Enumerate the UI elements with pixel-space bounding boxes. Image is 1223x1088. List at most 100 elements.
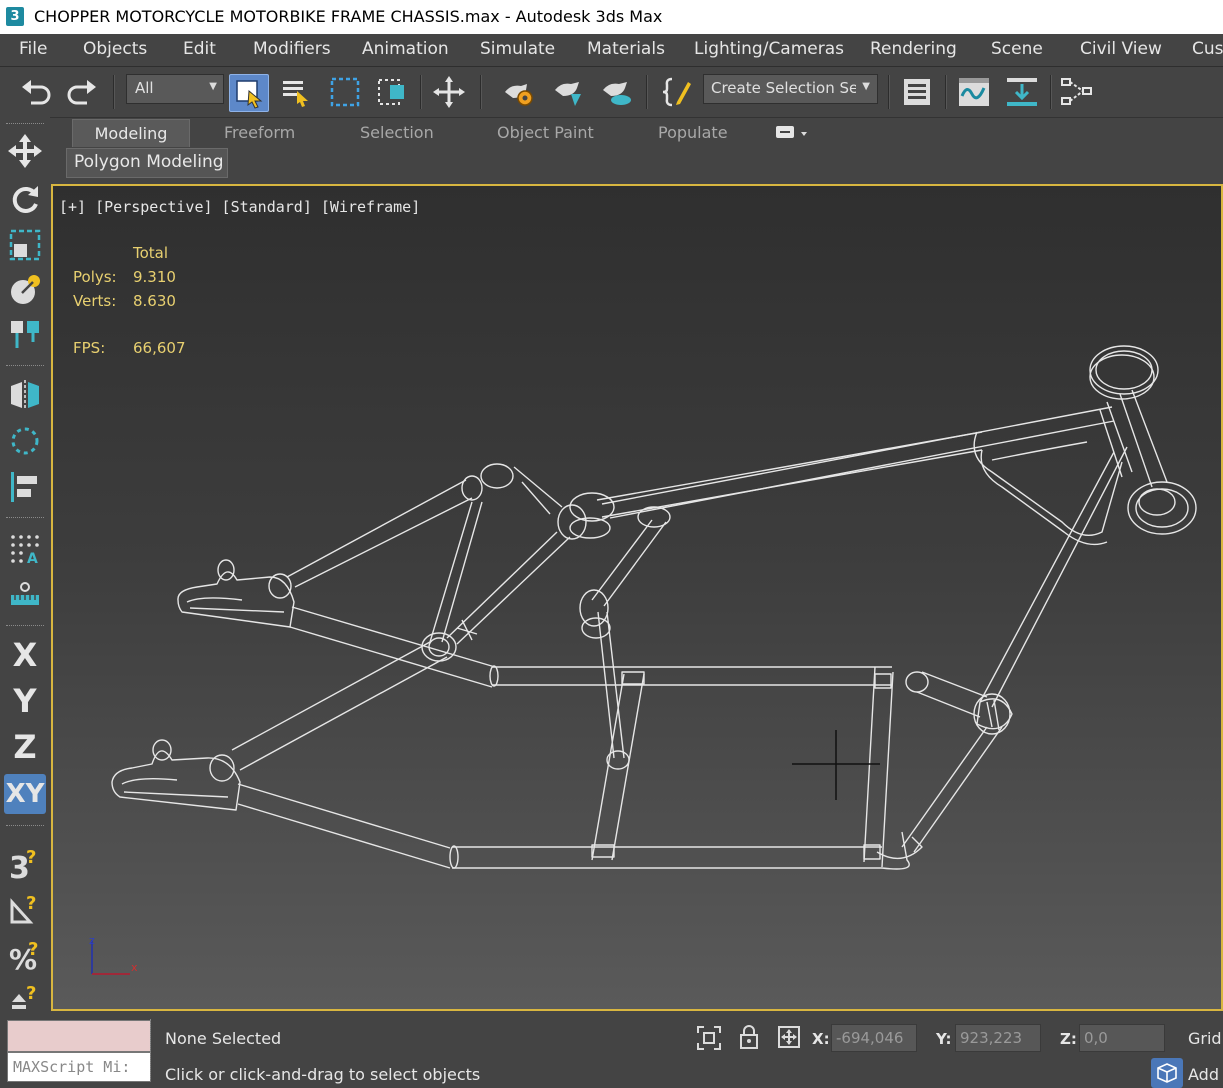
cube-icon: [1157, 1063, 1177, 1083]
selection-lock-button[interactable]: [738, 1024, 760, 1050]
link-icon: [11, 321, 39, 348]
layer-explorer-button[interactable]: [898, 74, 936, 110]
percent-snap-button[interactable]: % ?: [4, 935, 46, 975]
move-button[interactable]: [4, 131, 46, 171]
scale-icon: [9, 229, 41, 261]
tab-object-paint[interactable]: Object Paint: [497, 119, 594, 146]
ribbon-tabs: Modeling Freeform Selection Object Paint…: [62, 119, 1223, 147]
menu-materials[interactable]: Materials: [587, 39, 665, 59]
svg-text:A: A: [27, 551, 38, 566]
svg-text:?: ?: [28, 939, 38, 960]
track-view-icon: [1007, 78, 1037, 106]
tab-modeling[interactable]: Modeling: [72, 119, 190, 147]
select-by-name-button[interactable]: [277, 74, 315, 110]
select-and-link-button[interactable]: [4, 315, 46, 355]
axis-constraint-z[interactable]: Z: [4, 727, 46, 767]
axis-constraint-xy[interactable]: XY: [4, 774, 46, 814]
ribbon-panel-bar[interactable]: Polygon Modeling: [66, 148, 228, 178]
prompt-line: Click or click-and-drag to select object…: [165, 1065, 481, 1084]
array-button[interactable]: [4, 421, 46, 461]
maxscript-listener-output[interactable]: [7, 1020, 151, 1052]
redo-button[interactable]: [63, 74, 101, 110]
tab-selection[interactable]: Selection: [360, 119, 434, 146]
place-icon: [11, 275, 40, 304]
axis-y-label: Y: [13, 682, 37, 720]
align-button[interactable]: [4, 467, 46, 507]
axis-tripod-x-label: x: [131, 961, 138, 974]
axis-constraint-y[interactable]: Y: [4, 681, 46, 721]
add-time-tag-button[interactable]: [1151, 1058, 1183, 1088]
render-setup-button[interactable]: [500, 74, 538, 110]
place-button[interactable]: [4, 270, 46, 310]
menu-simulate[interactable]: Simulate: [480, 39, 555, 59]
render-production-button[interactable]: [598, 74, 636, 110]
rotate-button[interactable]: [4, 179, 46, 219]
spinner-snap-icon: ?: [12, 983, 36, 1009]
window-title: CHOPPER MOTORCYCLE MOTORBIKE FRAME CHASS…: [34, 7, 663, 26]
undo-icon: [22, 80, 51, 105]
polygon-modeling-panel[interactable]: Polygon Modeling: [74, 152, 224, 172]
isolate-selection-button[interactable]: [696, 1025, 722, 1051]
z-coord-field[interactable]: 0,0: [1079, 1024, 1165, 1052]
edit-named-selection-button[interactable]: [657, 74, 697, 110]
rectangular-selection-button[interactable]: [326, 74, 364, 110]
menu-modifiers[interactable]: Modifiers: [253, 39, 331, 59]
y-coord-value: 923,223: [960, 1029, 1023, 1047]
snaps-toggle-button[interactable]: A: [4, 529, 46, 569]
svg-text:?: ?: [26, 983, 36, 1004]
transform-mode-icon: [778, 1026, 800, 1048]
curve-editor-icon: [959, 78, 989, 106]
ribbon-options-button[interactable]: [774, 124, 812, 151]
layer-explorer-icon: [904, 79, 930, 105]
move-icon: [433, 76, 465, 108]
menu-civil-view[interactable]: Civil View: [1080, 39, 1162, 59]
angle-snap-button[interactable]: ?: [4, 889, 46, 929]
angle-snap-icon: ?: [10, 893, 36, 924]
mirror-button[interactable]: [4, 375, 46, 415]
menu-lighting-cameras[interactable]: Lighting/Cameras: [694, 39, 844, 59]
snap-3d-button[interactable]: 3 ?: [4, 843, 46, 883]
schematic-view-button[interactable]: [1058, 74, 1096, 110]
schematic-view-icon: [1061, 78, 1092, 105]
title-bar: 3 CHOPPER MOTORCYCLE MOTORBIKE FRAME CHA…: [0, 0, 1223, 34]
rectangular-selection-icon: [330, 77, 360, 107]
maxscript-mini-listener[interactable]: MAXScript Mi:: [7, 1052, 151, 1082]
track-view-button[interactable]: [1003, 74, 1041, 110]
menu-file[interactable]: File: [19, 39, 47, 59]
selection-filter-dropdown[interactable]: All ▼: [126, 74, 224, 104]
toolbar-grip: [6, 625, 44, 628]
tab-freeform[interactable]: Freeform: [224, 119, 295, 146]
undo-button[interactable]: [17, 74, 55, 110]
window-crossing-button[interactable]: [373, 74, 411, 110]
chevron-down-icon: ▼: [209, 81, 217, 92]
y-coord-field[interactable]: 923,223: [955, 1024, 1041, 1052]
tab-populate[interactable]: Populate: [658, 119, 728, 146]
rendered-frame-window-button[interactable]: [550, 74, 588, 110]
select-object-icon: [236, 80, 263, 109]
select-object-button[interactable]: [229, 74, 269, 112]
z-coord-value: 0,0: [1084, 1029, 1108, 1047]
menu-scene[interactable]: Scene: [991, 39, 1043, 59]
snap-3d-icon: 3 ?: [9, 847, 36, 880]
x-coord-field[interactable]: -694,046: [831, 1024, 917, 1052]
selection-status: None Selected: [165, 1029, 282, 1048]
menu-animation[interactable]: Animation: [362, 39, 449, 59]
curve-editor-button[interactable]: [955, 74, 993, 110]
menu-rendering[interactable]: Rendering: [870, 39, 957, 59]
array-icon: [11, 427, 39, 455]
toolbar-grip: [6, 517, 44, 520]
menu-objects[interactable]: Objects: [83, 39, 147, 59]
menu-edit[interactable]: Edit: [183, 39, 216, 59]
percent-snap-icon: % ?: [9, 939, 38, 972]
toolbar-separator: [420, 75, 422, 109]
axis-constraint-x[interactable]: X: [4, 635, 46, 675]
select-and-move-button[interactable]: [430, 74, 468, 110]
absolute-mode-toggle[interactable]: [777, 1025, 801, 1049]
perspective-viewport[interactable]: [+] [Perspective] [Standard] [Wireframe]…: [51, 184, 1223, 1011]
create-selection-set-dropdown[interactable]: Create Selection Se ▼: [703, 74, 878, 104]
axis-z-label: Z: [13, 728, 37, 766]
menu-customize[interactable]: Cus: [1192, 39, 1223, 59]
crosshair-cursor: [792, 730, 880, 800]
ruler-button[interactable]: [4, 575, 46, 615]
scale-button[interactable]: [4, 225, 46, 265]
